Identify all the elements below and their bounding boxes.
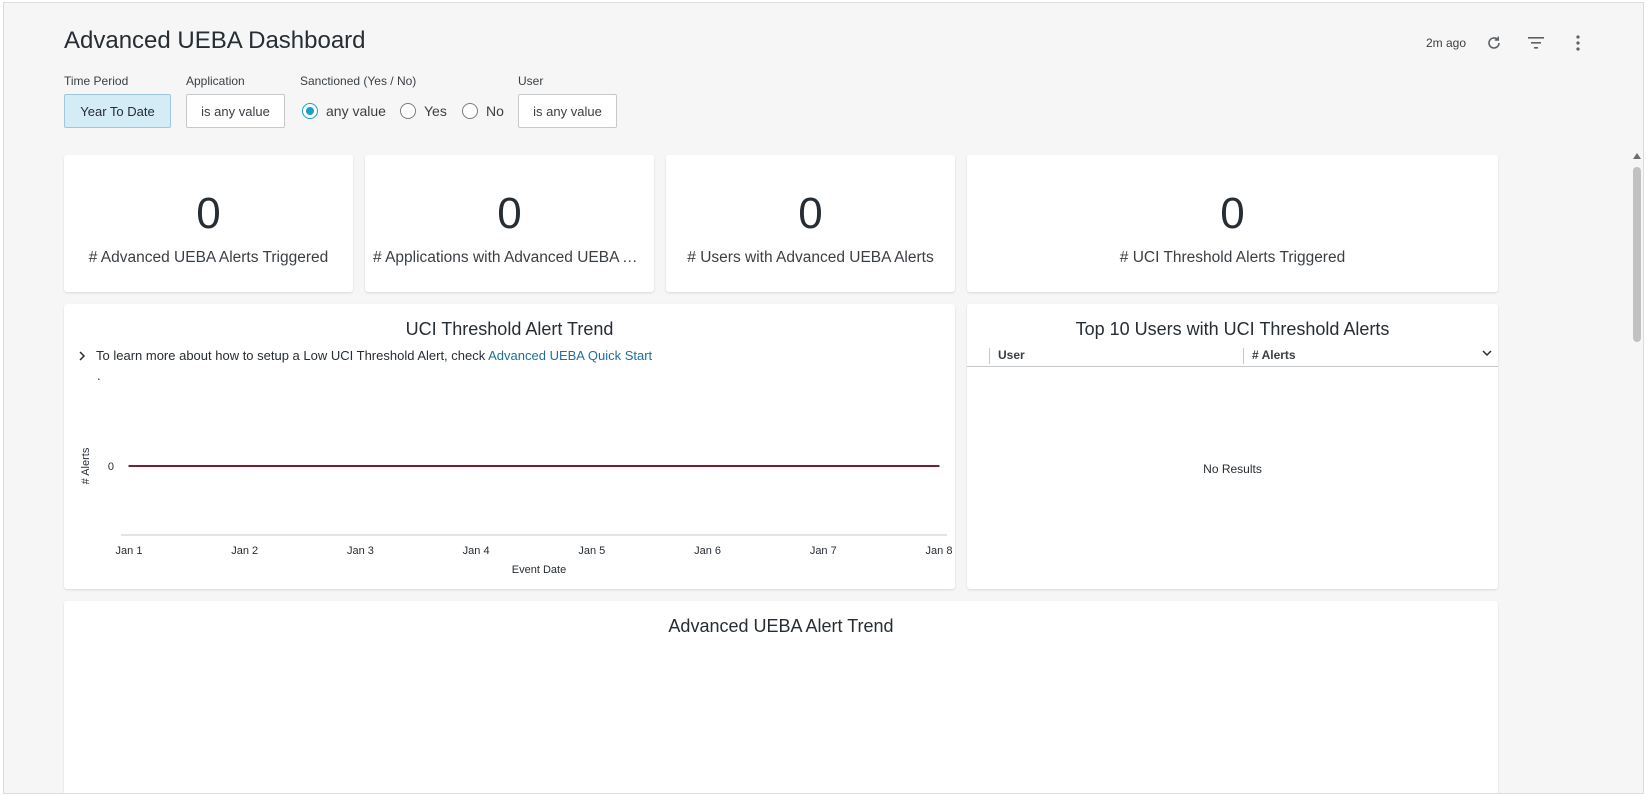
chevron-down-icon[interactable] <box>1482 346 1492 360</box>
kpi-label: # Users with Advanced UEBA Alerts <box>687 249 934 266</box>
refresh-icon[interactable] <box>1484 33 1504 53</box>
radio-unchecked-icon <box>462 103 478 119</box>
data-point <box>706 465 709 467</box>
column-header-user[interactable]: User <box>989 348 1244 364</box>
header-actions: 2m ago <box>1426 33 1588 53</box>
time-period-filter[interactable]: Year To Date <box>64 94 171 128</box>
x-tick-label: Jan 5 <box>578 545 605 557</box>
kpi-tile-users: 0 # Users with Advanced UEBA Alerts <box>666 155 955 292</box>
x-tick-label: Jan 7 <box>810 545 837 557</box>
dashboard-frame: Advanced UEBA Dashboard 2m ago Time Peri… <box>3 2 1644 794</box>
last-updated-text: 2m ago <box>1425 36 1466 50</box>
tile-title: Top 10 Users with UCI Threshold Alerts <box>1075 319 1390 339</box>
scrollbar-thumb[interactable] <box>1633 167 1641 342</box>
application-label: Application <box>186 74 245 88</box>
kpi-tile-applications: 0 # Applications with Advanced UEBA Aler… <box>365 155 654 292</box>
kpi-label: # Advanced UEBA Alerts Triggered <box>88 249 329 266</box>
uci-trend-tile: UCI Threshold Alert Trend To learn more … <box>64 304 955 589</box>
data-point <box>359 465 362 467</box>
column-header-alerts[interactable]: # Alerts <box>1243 348 1296 364</box>
data-point <box>243 465 246 467</box>
ueba-trend-tile: Advanced UEBA Alert Trend <box>64 601 1498 793</box>
uci-trend-chart: Jan 1 Jan 2 Jan 3 Jan 4 Jan 5 Jan 6 Jan 7 Jan 8… <box>80 447 953 576</box>
sanctioned-label: Sanctioned (Yes / No) <box>300 74 417 88</box>
radio-label: Yes <box>424 103 447 119</box>
scroll-up-icon[interactable] <box>1633 153 1641 159</box>
x-tick-label: Jan 4 <box>463 545 490 557</box>
x-tick-label: Jan 1 <box>116 545 143 557</box>
kpi-label: # UCI Threshold Alerts Triggered <box>1119 249 1346 266</box>
x-tick-label: Jan 8 <box>926 545 953 557</box>
data-point <box>938 465 940 467</box>
sanctioned-yes-radio[interactable]: Yes <box>400 103 447 119</box>
data-point <box>591 465 593 467</box>
kpi-label: # Applications with Advanced UEBA Alerts <box>373 249 646 266</box>
y-axis-title: # Alerts <box>80 447 92 484</box>
data-point <box>822 465 825 467</box>
tile-title: Advanced UEBA Alert Trend <box>668 616 894 636</box>
radio-label: any value <box>326 103 386 119</box>
y-tick-label: 0 <box>108 461 114 473</box>
time-period-label: Time Period <box>64 74 129 88</box>
x-axis-title: Event Date <box>512 564 566 576</box>
radio-checked-icon <box>302 103 318 119</box>
x-tick-label: Jan 6 <box>694 545 721 557</box>
radio-unchecked-icon <box>400 103 416 119</box>
user-filter[interactable]: is any value <box>518 94 617 128</box>
empty-state-text: No Results <box>1203 462 1262 476</box>
table-header: User # Alerts <box>967 346 1498 367</box>
kpi-tile-ueba-alerts: 0 # Advanced UEBA Alerts Triggered <box>64 155 353 292</box>
kpi-value: 0 <box>196 189 221 238</box>
page-title: Advanced UEBA Dashboard <box>64 27 366 54</box>
application-filter[interactable]: is any value <box>186 94 285 128</box>
page-scrollbar[interactable] <box>1631 153 1643 793</box>
more-vertical-icon[interactable] <box>1568 33 1588 53</box>
user-label: User <box>518 74 544 88</box>
filter-icon[interactable] <box>1526 33 1546 53</box>
data-point <box>128 465 130 467</box>
kpi-value: 0 <box>497 189 522 238</box>
kpi-tile-uci-alerts: 0 # UCI Threshold Alerts Triggered <box>967 155 1498 292</box>
kpi-value: 0 <box>798 189 823 238</box>
sanctioned-no-radio[interactable]: No <box>462 103 504 119</box>
top-users-tile: Top 10 Users with UCI Threshold Alerts U… <box>967 304 1498 589</box>
radio-label: No <box>486 103 504 119</box>
sanctioned-any-radio[interactable]: any value <box>302 103 386 119</box>
kpi-value: 0 <box>1220 189 1245 238</box>
data-point <box>475 465 477 467</box>
x-tick-label: Jan 2 <box>231 545 258 557</box>
x-tick-label: Jan 3 <box>347 545 374 557</box>
